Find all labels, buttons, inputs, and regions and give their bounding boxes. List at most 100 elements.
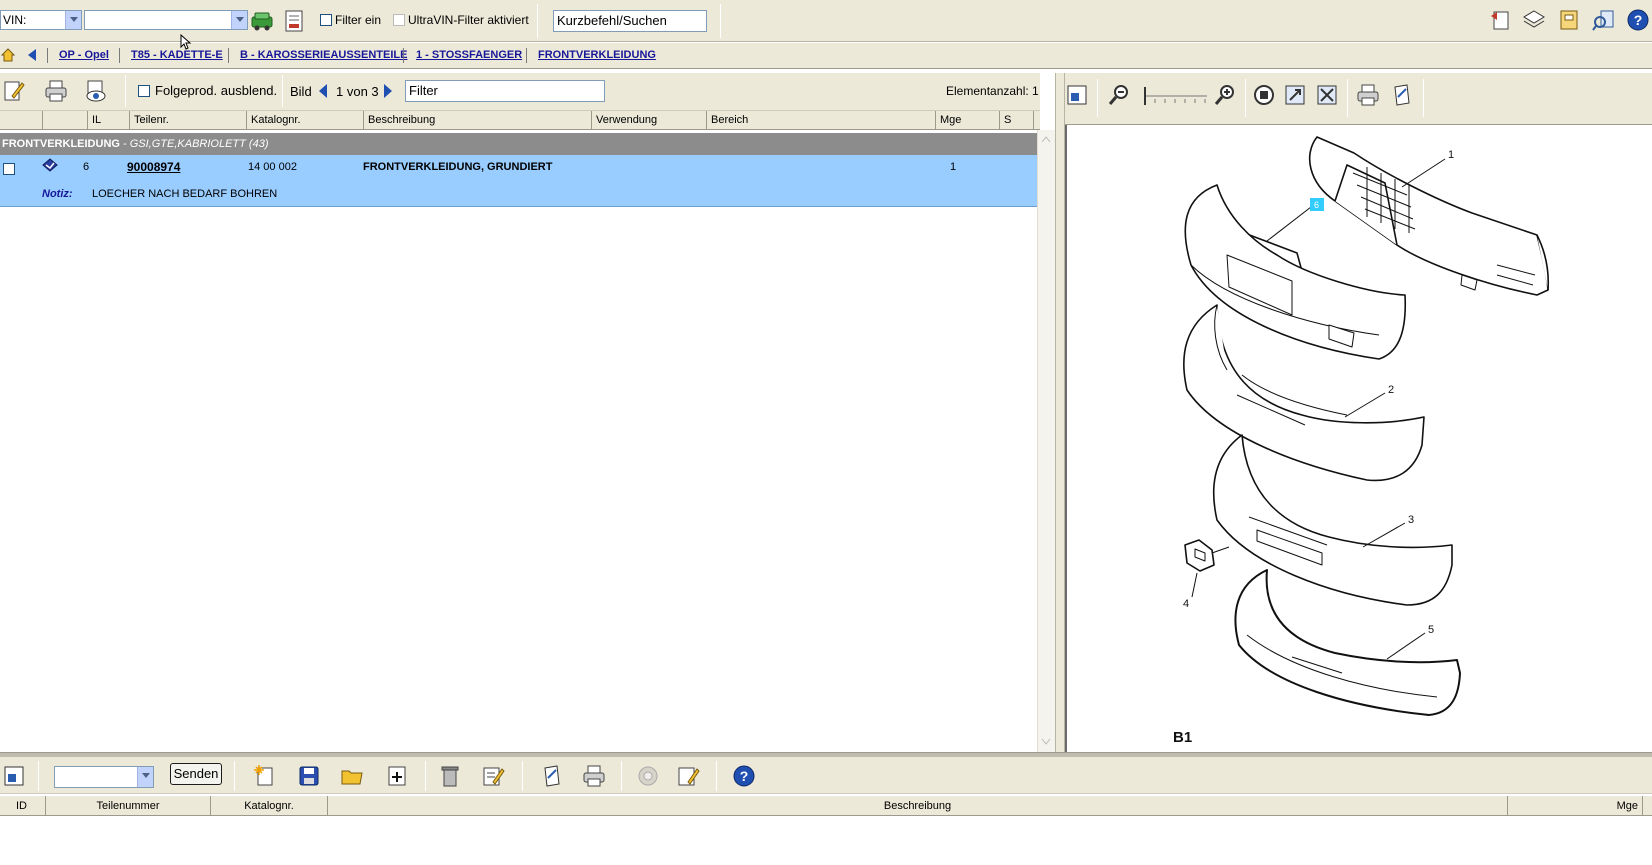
parts-filter-input[interactable]: Filter: [405, 80, 605, 102]
col-mge[interactable]: Mge: [936, 111, 1000, 130]
breadcrumb-item-group[interactable]: B - KAROSSERIEAUSSENTEILE: [240, 49, 407, 61]
open-folder-icon[interactable]: [340, 764, 364, 788]
filter-label: Filter ein: [335, 13, 382, 27]
row-il: 6: [83, 161, 90, 173]
callout-3[interactable]: 3: [1408, 514, 1414, 526]
exploded-view-image[interactable]: 1 6 2 3 4 5 B1: [1065, 125, 1652, 752]
col-beschreibung[interactable]: Beschreibung: [364, 111, 592, 130]
help-icon[interactable]: ?: [1626, 8, 1650, 32]
ultravin-label: UltraVIN-Filter aktiviert: [408, 13, 529, 27]
edit-list-icon[interactable]: [481, 764, 505, 788]
export-image-icon[interactable]: [1390, 83, 1414, 107]
breadcrumb-item-make[interactable]: OP - Opel: [59, 49, 109, 61]
row-select-checkbox[interactable]: [3, 163, 15, 175]
scroll-up-icon[interactable]: [1041, 135, 1051, 143]
filter-checkbox[interactable]: [320, 14, 332, 26]
back-arrow-icon[interactable]: [26, 48, 38, 62]
table-row[interactable]: 6 90008974 14 00 002 FRONTVERKLEIDUNG, G…: [0, 155, 1037, 207]
rotate-icon[interactable]: [1283, 83, 1307, 107]
element-count: Elementanzahl: 1: [946, 84, 1039, 98]
preview-icon[interactable]: [84, 79, 108, 103]
group-title: FRONTVERKLEIDUNG: [2, 138, 120, 150]
group-subtitle: - GSI,GTE,KABRIOLETT (43): [119, 138, 269, 150]
bcol-teilenummer[interactable]: Teilenummer: [46, 796, 211, 816]
col-il[interactable]: IL: [88, 111, 130, 130]
add-item-icon[interactable]: [385, 764, 409, 788]
callout-5[interactable]: 5: [1428, 624, 1434, 636]
export-list-icon[interactable]: [540, 764, 564, 788]
print-icon[interactable]: [44, 79, 68, 103]
bcol-katalognr[interactable]: Katalognr.: [211, 796, 328, 816]
save-icon[interactable]: [297, 764, 321, 788]
next-image-icon[interactable]: [383, 83, 393, 99]
part-4-bracket: [1184, 539, 1215, 572]
parts-list-toolbar: ?: [0, 757, 1652, 794]
callout-1[interactable]: 1: [1448, 149, 1454, 161]
col-verwendung[interactable]: Verwendung: [592, 111, 707, 130]
help-list-icon[interactable]: ?: [732, 764, 756, 788]
document-icon[interactable]: [282, 9, 306, 33]
delete-icon[interactable]: [438, 764, 462, 788]
list-dropdown[interactable]: [54, 766, 154, 788]
svg-text:?: ?: [740, 768, 749, 784]
col-icon[interactable]: [43, 111, 88, 130]
mouse-cursor-icon: [180, 34, 192, 50]
zoom-out-icon[interactable]: [1107, 83, 1131, 107]
breadcrumb-item-current[interactable]: FRONTVERKLEIDUNG: [538, 49, 656, 61]
edit-icon[interactable]: [2, 79, 26, 103]
zoom-in-icon[interactable]: [1213, 83, 1237, 107]
search-document-icon[interactable]: [1592, 8, 1616, 32]
fullscreen-icon[interactable]: [1252, 83, 1276, 107]
part-info-icon[interactable]: [42, 158, 58, 174]
print-list-icon[interactable]: [582, 764, 606, 788]
callout-2[interactable]: 2: [1388, 384, 1394, 396]
scroll-down-icon[interactable]: [1041, 738, 1051, 746]
previous-image-icon[interactable]: [318, 83, 328, 99]
send-button[interactable]: Senden: [170, 763, 222, 785]
part-number-link[interactable]: 90008974: [127, 160, 180, 174]
bcol-mge[interactable]: Mge: [1508, 796, 1643, 816]
group-header-row[interactable]: FRONTVERKLEIDUNG - GSI,GTE,KABRIOLETT (4…: [0, 133, 1037, 155]
image-toolbar: [1065, 73, 1652, 125]
ultravin-checkbox[interactable]: [393, 14, 405, 26]
fit-window-icon[interactable]: [1065, 83, 1089, 107]
col-bereich[interactable]: Bereich: [707, 111, 936, 130]
home-icon[interactable]: [0, 47, 16, 63]
parts-list-header: ID Teilenummer Katalognr. Beschreibung M…: [0, 796, 1652, 816]
vin-label: VIN:: [3, 13, 27, 27]
panel-splitter[interactable]: [1055, 73, 1065, 752]
col-select[interactable]: [0, 111, 43, 130]
vehicle-icon[interactable]: [250, 9, 274, 33]
chevron-down-icon[interactable]: [231, 11, 247, 29]
chevron-down-icon[interactable]: [137, 767, 153, 787]
folgeprod-label: Folgeprod. ausblend.: [155, 83, 278, 98]
globe-disabled-icon: [638, 766, 658, 786]
print-image-icon[interactable]: [1356, 83, 1380, 107]
vin-type-select[interactable]: VIN:: [0, 10, 82, 30]
col-katalognr[interactable]: Katalognr.: [247, 111, 364, 130]
image-page-indicator: 1 von 3: [336, 84, 379, 99]
callout-4[interactable]: 4: [1183, 598, 1189, 610]
folgeprod-checkbox[interactable]: [138, 85, 150, 97]
callout-6[interactable]: 6: [1314, 200, 1319, 210]
chevron-down-icon[interactable]: [65, 11, 81, 29]
notebook-icon[interactable]: [1557, 8, 1581, 32]
back-document-icon[interactable]: [1488, 8, 1512, 32]
col-s[interactable]: S: [1000, 111, 1034, 130]
vin-input[interactable]: [84, 10, 248, 30]
stack-icon[interactable]: [1522, 8, 1546, 32]
parts-scrollbar[interactable]: [1037, 130, 1055, 752]
bcol-id[interactable]: ID: [0, 796, 46, 816]
new-list-icon[interactable]: [253, 764, 277, 788]
command-search-input[interactable]: Kurzbefehl/Suchen: [553, 10, 707, 32]
col-teilenr[interactable]: Teilenr.: [130, 111, 247, 130]
zoom-slider[interactable]: [1141, 83, 1211, 109]
breadcrumb-item-subgroup[interactable]: 1 - STOSSFAENGER: [416, 49, 522, 61]
reset-view-icon[interactable]: [1315, 83, 1339, 107]
save-layout-icon[interactable]: [2, 764, 26, 788]
breadcrumb-item-model[interactable]: T85 - KADETTE-E: [131, 49, 223, 61]
row-beschreibung: FRONTVERKLEIDUNG, GRUNDIERT: [363, 161, 553, 173]
notes-icon[interactable]: [676, 764, 700, 788]
bcol-beschreibung[interactable]: Beschreibung: [328, 796, 1508, 816]
row-mge: 1: [950, 161, 957, 173]
